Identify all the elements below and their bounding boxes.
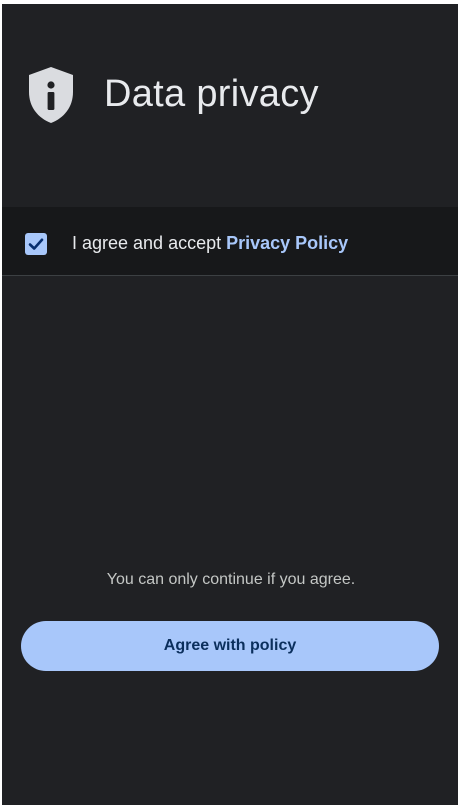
header: Data privacy	[2, 4, 458, 207]
agree-button[interactable]: Agree with policy	[21, 621, 439, 671]
consent-checkbox[interactable]	[25, 233, 47, 255]
consent-row: I agree and accept Privacy Policy	[2, 207, 458, 276]
privacy-policy-link[interactable]: Privacy Policy	[226, 233, 348, 253]
consent-label-text: I agree and accept	[72, 233, 227, 253]
privacy-screen: Data privacy I agree and accept Privacy …	[2, 4, 458, 805]
shield-info-icon	[27, 66, 75, 124]
continue-hint: You can only continue if you agree.	[106, 571, 356, 588]
consent-label: I agree and accept Privacy Policy	[72, 231, 348, 255]
page-title: Data privacy	[104, 73, 319, 115]
check-icon	[28, 238, 44, 250]
